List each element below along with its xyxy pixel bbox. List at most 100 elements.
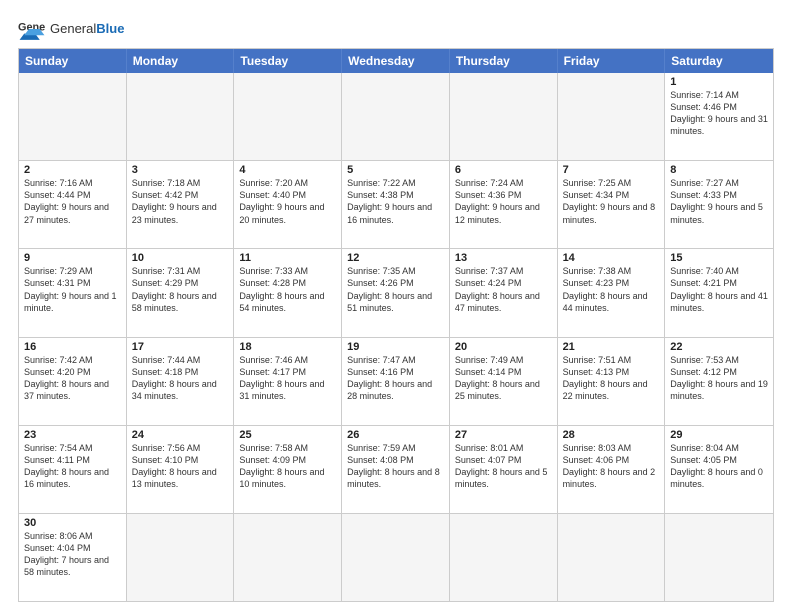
day-info: Sunrise: 7:18 AM Sunset: 4:42 PM Dayligh… (132, 177, 229, 226)
calendar-cell: 16Sunrise: 7:42 AM Sunset: 4:20 PM Dayli… (19, 338, 127, 425)
day-info: Sunrise: 8:01 AM Sunset: 4:07 PM Dayligh… (455, 442, 552, 491)
day-info: Sunrise: 8:06 AM Sunset: 4:04 PM Dayligh… (24, 530, 121, 579)
day-number: 11 (239, 252, 336, 264)
day-number: 15 (670, 252, 768, 264)
calendar-cell: 26Sunrise: 7:59 AM Sunset: 4:08 PM Dayli… (342, 426, 450, 513)
day-info: Sunrise: 7:22 AM Sunset: 4:38 PM Dayligh… (347, 177, 444, 226)
calendar-cell (342, 73, 450, 160)
calendar-header: SundayMondayTuesdayWednesdayThursdayFrid… (19, 49, 773, 73)
day-info: Sunrise: 7:56 AM Sunset: 4:10 PM Dayligh… (132, 442, 229, 491)
calendar-cell: 2Sunrise: 7:16 AM Sunset: 4:44 PM Daylig… (19, 161, 127, 248)
day-number: 5 (347, 164, 444, 176)
day-info: Sunrise: 7:29 AM Sunset: 4:31 PM Dayligh… (24, 265, 121, 314)
day-of-week-tuesday: Tuesday (234, 49, 342, 73)
day-info: Sunrise: 7:31 AM Sunset: 4:29 PM Dayligh… (132, 265, 229, 314)
calendar-body: 1Sunrise: 7:14 AM Sunset: 4:46 PM Daylig… (19, 73, 773, 601)
day-number: 1 (670, 76, 768, 88)
day-number: 19 (347, 341, 444, 353)
calendar-cell (234, 73, 342, 160)
day-number: 16 (24, 341, 121, 353)
day-info: Sunrise: 7:58 AM Sunset: 4:09 PM Dayligh… (239, 442, 336, 491)
day-number: 20 (455, 341, 552, 353)
day-of-week-saturday: Saturday (665, 49, 773, 73)
day-number: 26 (347, 429, 444, 441)
day-of-week-monday: Monday (127, 49, 235, 73)
day-info: Sunrise: 7:16 AM Sunset: 4:44 PM Dayligh… (24, 177, 121, 226)
calendar-cell: 23Sunrise: 7:54 AM Sunset: 4:11 PM Dayli… (19, 426, 127, 513)
day-number: 17 (132, 341, 229, 353)
day-number: 21 (563, 341, 660, 353)
day-number: 3 (132, 164, 229, 176)
calendar-cell (19, 73, 127, 160)
day-number: 14 (563, 252, 660, 264)
day-number: 2 (24, 164, 121, 176)
calendar-cell (665, 514, 773, 601)
day-number: 12 (347, 252, 444, 264)
calendar-cell (450, 514, 558, 601)
calendar-cell: 5Sunrise: 7:22 AM Sunset: 4:38 PM Daylig… (342, 161, 450, 248)
day-info: Sunrise: 7:14 AM Sunset: 4:46 PM Dayligh… (670, 89, 768, 138)
day-number: 10 (132, 252, 229, 264)
calendar-cell: 7Sunrise: 7:25 AM Sunset: 4:34 PM Daylig… (558, 161, 666, 248)
logo: General GeneralBlue (18, 18, 124, 40)
calendar-grid: SundayMondayTuesdayWednesdayThursdayFrid… (18, 48, 774, 602)
day-of-week-wednesday: Wednesday (342, 49, 450, 73)
day-info: Sunrise: 7:47 AM Sunset: 4:16 PM Dayligh… (347, 354, 444, 403)
calendar-cell (342, 514, 450, 601)
day-info: Sunrise: 7:51 AM Sunset: 4:13 PM Dayligh… (563, 354, 660, 403)
calendar-cell: 19Sunrise: 7:47 AM Sunset: 4:16 PM Dayli… (342, 338, 450, 425)
day-info: Sunrise: 7:42 AM Sunset: 4:20 PM Dayligh… (24, 354, 121, 403)
calendar-row-6: 30Sunrise: 8:06 AM Sunset: 4:04 PM Dayli… (19, 513, 773, 601)
calendar-cell: 4Sunrise: 7:20 AM Sunset: 4:40 PM Daylig… (234, 161, 342, 248)
day-number: 18 (239, 341, 336, 353)
day-info: Sunrise: 7:44 AM Sunset: 4:18 PM Dayligh… (132, 354, 229, 403)
calendar-cell: 29Sunrise: 8:04 AM Sunset: 4:05 PM Dayli… (665, 426, 773, 513)
day-number: 23 (24, 429, 121, 441)
calendar-cell: 21Sunrise: 7:51 AM Sunset: 4:13 PM Dayli… (558, 338, 666, 425)
day-of-week-friday: Friday (558, 49, 666, 73)
day-info: Sunrise: 8:03 AM Sunset: 4:06 PM Dayligh… (563, 442, 660, 491)
calendar-cell: 17Sunrise: 7:44 AM Sunset: 4:18 PM Dayli… (127, 338, 235, 425)
calendar-cell: 22Sunrise: 7:53 AM Sunset: 4:12 PM Dayli… (665, 338, 773, 425)
calendar-cell: 20Sunrise: 7:49 AM Sunset: 4:14 PM Dayli… (450, 338, 558, 425)
calendar-cell: 9Sunrise: 7:29 AM Sunset: 4:31 PM Daylig… (19, 249, 127, 336)
calendar-cell: 11Sunrise: 7:33 AM Sunset: 4:28 PM Dayli… (234, 249, 342, 336)
day-info: Sunrise: 7:59 AM Sunset: 4:08 PM Dayligh… (347, 442, 444, 491)
day-of-week-thursday: Thursday (450, 49, 558, 73)
calendar-cell: 12Sunrise: 7:35 AM Sunset: 4:26 PM Dayli… (342, 249, 450, 336)
calendar-cell: 30Sunrise: 8:06 AM Sunset: 4:04 PM Dayli… (19, 514, 127, 601)
day-number: 27 (455, 429, 552, 441)
day-info: Sunrise: 7:35 AM Sunset: 4:26 PM Dayligh… (347, 265, 444, 314)
page-header: General GeneralBlue (18, 18, 774, 40)
calendar-cell: 28Sunrise: 8:03 AM Sunset: 4:06 PM Dayli… (558, 426, 666, 513)
generalblue-logo-icon: General (18, 18, 46, 40)
day-info: Sunrise: 7:25 AM Sunset: 4:34 PM Dayligh… (563, 177, 660, 226)
calendar-row-5: 23Sunrise: 7:54 AM Sunset: 4:11 PM Dayli… (19, 425, 773, 513)
day-info: Sunrise: 8:04 AM Sunset: 4:05 PM Dayligh… (670, 442, 768, 491)
calendar-row-4: 16Sunrise: 7:42 AM Sunset: 4:20 PM Dayli… (19, 337, 773, 425)
day-info: Sunrise: 7:20 AM Sunset: 4:40 PM Dayligh… (239, 177, 336, 226)
calendar-cell: 27Sunrise: 8:01 AM Sunset: 4:07 PM Dayli… (450, 426, 558, 513)
logo-blue: Blue (96, 21, 124, 36)
calendar-cell (558, 514, 666, 601)
calendar-cell: 15Sunrise: 7:40 AM Sunset: 4:21 PM Dayli… (665, 249, 773, 336)
calendar-row-2: 2Sunrise: 7:16 AM Sunset: 4:44 PM Daylig… (19, 160, 773, 248)
day-number: 25 (239, 429, 336, 441)
day-number: 22 (670, 341, 768, 353)
day-info: Sunrise: 7:37 AM Sunset: 4:24 PM Dayligh… (455, 265, 552, 314)
calendar-cell: 10Sunrise: 7:31 AM Sunset: 4:29 PM Dayli… (127, 249, 235, 336)
logo-general: General (50, 21, 96, 36)
calendar-cell: 13Sunrise: 7:37 AM Sunset: 4:24 PM Dayli… (450, 249, 558, 336)
day-info: Sunrise: 7:46 AM Sunset: 4:17 PM Dayligh… (239, 354, 336, 403)
day-info: Sunrise: 7:24 AM Sunset: 4:36 PM Dayligh… (455, 177, 552, 226)
day-info: Sunrise: 7:40 AM Sunset: 4:21 PM Dayligh… (670, 265, 768, 314)
day-number: 6 (455, 164, 552, 176)
day-number: 13 (455, 252, 552, 264)
calendar-cell (127, 73, 235, 160)
calendar-cell: 25Sunrise: 7:58 AM Sunset: 4:09 PM Dayli… (234, 426, 342, 513)
day-number: 9 (24, 252, 121, 264)
day-info: Sunrise: 7:54 AM Sunset: 4:11 PM Dayligh… (24, 442, 121, 491)
calendar-cell: 24Sunrise: 7:56 AM Sunset: 4:10 PM Dayli… (127, 426, 235, 513)
day-info: Sunrise: 7:27 AM Sunset: 4:33 PM Dayligh… (670, 177, 768, 226)
day-number: 30 (24, 517, 121, 529)
